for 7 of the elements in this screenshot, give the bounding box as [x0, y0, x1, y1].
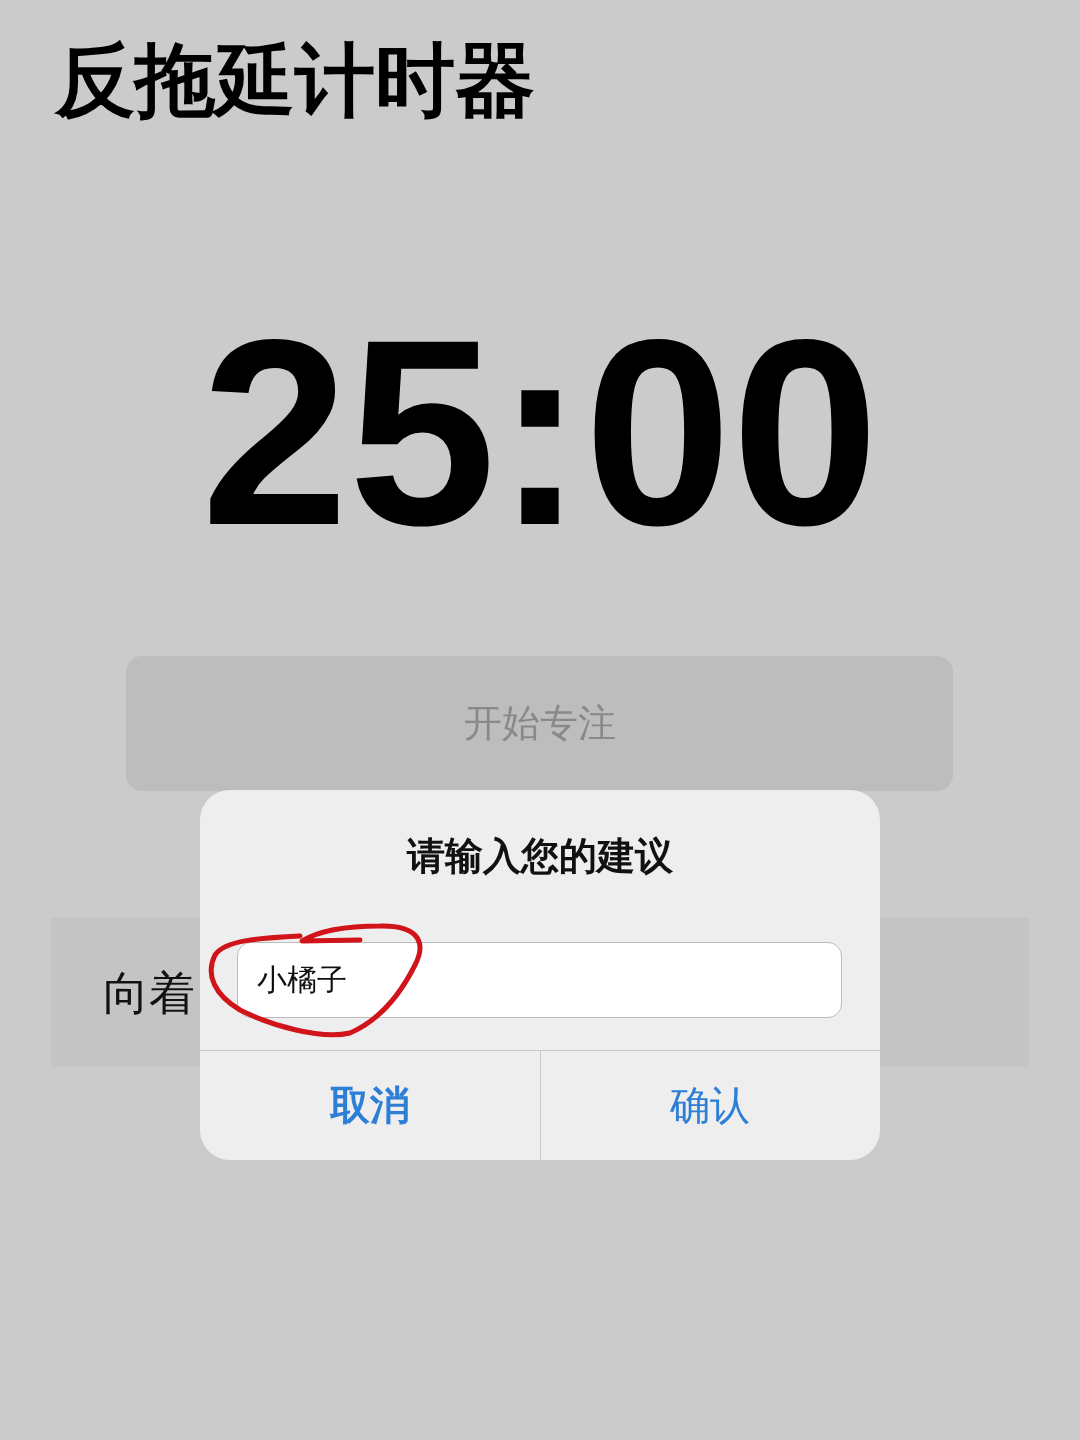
banner-text: 向着 [103, 964, 195, 1021]
confirm-button[interactable]: 确认 [539, 1051, 880, 1160]
cancel-button[interactable]: 取消 [200, 1051, 540, 1160]
app-title: 反拖延计时器 [55, 36, 535, 126]
timer-display: 25:00 [200, 300, 880, 565]
dialog-title: 请输入您的建议 [405, 833, 674, 880]
input-field[interactable]: 小橘子 [237, 942, 842, 1018]
